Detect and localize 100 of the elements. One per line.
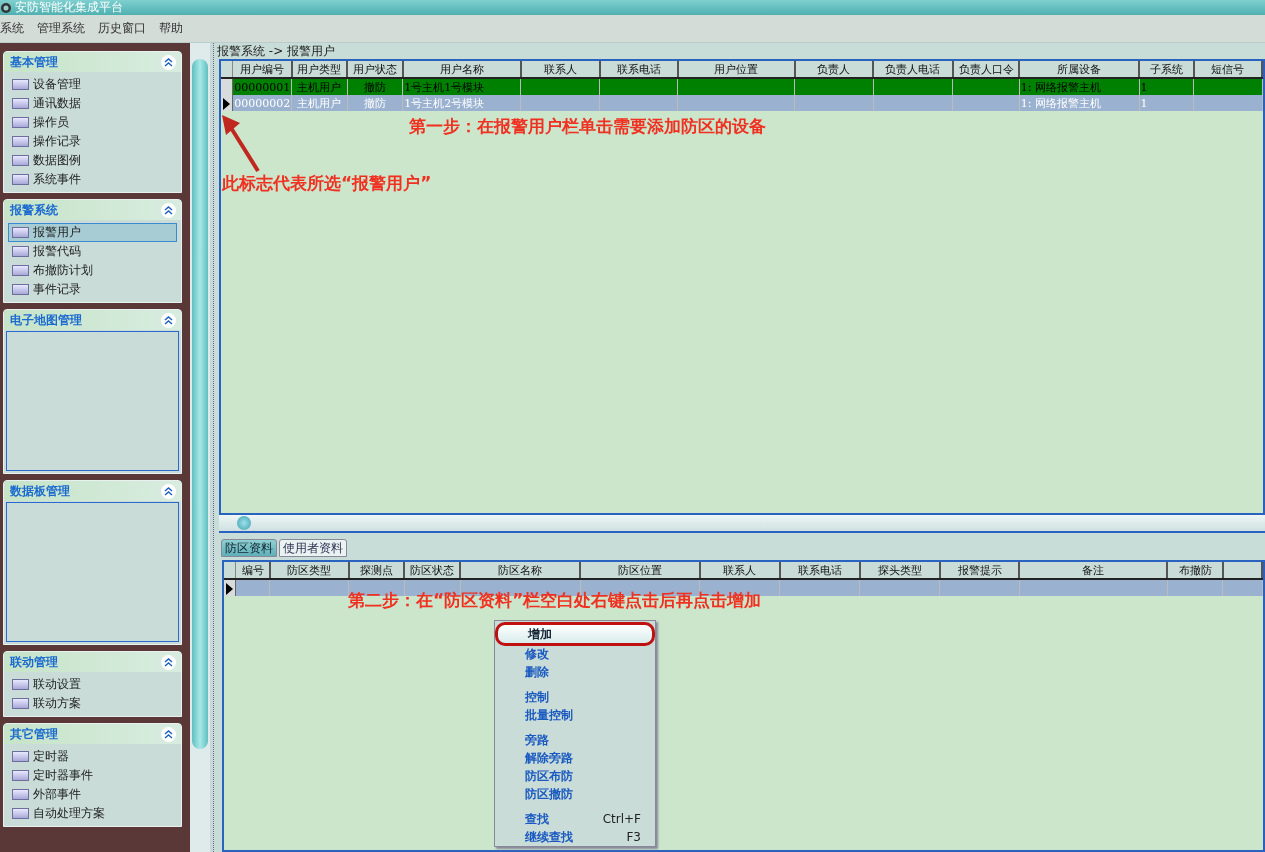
sidebar-item[interactable]: 联动方案 [8, 694, 177, 713]
folder-icon [12, 284, 29, 295]
folder-icon [12, 808, 29, 819]
collapse-icon[interactable] [161, 654, 176, 670]
window-title: 安防智能化集成平台 [15, 0, 123, 15]
folder-icon [12, 698, 29, 709]
menu-item[interactable]: 管理系统 [37, 20, 85, 37]
folder-icon [12, 751, 29, 762]
folder-icon [12, 155, 29, 166]
column-header[interactable]: 探头类型 [859, 562, 940, 579]
table-cell: 00000002 [232, 95, 292, 111]
menu-item[interactable]: 防区撤防 [495, 785, 655, 803]
annotation-text: 此标志代表所选“报警用户” [222, 172, 432, 195]
sidebar-item[interactable]: 布撤防计划 [8, 261, 177, 280]
column-header[interactable]: 用户名称 [402, 61, 521, 78]
column-header[interactable]: 负责人 [794, 61, 874, 78]
column-header[interactable]: 防区类型 [269, 562, 349, 579]
folder-icon [12, 265, 29, 276]
collapse-icon[interactable] [161, 483, 176, 499]
column-header[interactable]: 探测点 [348, 562, 405, 579]
column-header[interactable]: 备注 [1019, 562, 1168, 579]
menu-item[interactable]: 防区布防 [495, 767, 655, 785]
annotation-text: 第一步：在报警用户栏单击需要添加防区的设备 [409, 115, 766, 138]
table-cell: 1: 网络报警主机 [1019, 95, 1140, 111]
sidebar-item[interactable]: 事件记录 [8, 280, 177, 299]
column-header[interactable]: 联系电话 [599, 61, 678, 78]
column-header[interactable]: 用户位置 [678, 61, 795, 78]
column-header[interactable]: 用户编号 [232, 61, 292, 78]
folder-icon [12, 79, 29, 90]
tab[interactable]: 防区资料 [221, 539, 277, 557]
folder-icon [12, 98, 29, 109]
collapse-icon[interactable] [161, 202, 176, 218]
column-header[interactable]: 用户类型 [291, 61, 348, 78]
column-header[interactable]: 用户状态 [347, 61, 403, 78]
column-header[interactable]: 防区位置 [580, 562, 700, 579]
column-header[interactable]: 报警提示 [939, 562, 1020, 579]
collapse-icon[interactable] [161, 726, 176, 742]
sidebar-item[interactable]: 系统事件 [8, 170, 177, 189]
panel-title: 报警系统 [10, 201, 58, 219]
folder-icon [12, 174, 29, 185]
sidebar-item[interactable]: 报警代码 [8, 242, 177, 261]
table-cell: 主机用户 [291, 95, 348, 111]
vertical-scrollbar[interactable] [190, 43, 213, 852]
tab[interactable]: 使用者资料 [279, 539, 347, 557]
panel-title: 基本管理 [10, 53, 58, 71]
folder-icon [12, 117, 29, 128]
sidebar-item[interactable]: 报警用户 [8, 223, 177, 242]
sidebar-item[interactable]: 联动设置 [8, 675, 177, 694]
panel-title: 电子地图管理 [10, 311, 82, 329]
column-header[interactable]: 联系人 [699, 562, 780, 579]
horizontal-scrollbar[interactable] [219, 515, 1265, 533]
menu-item[interactable]: 删除 [495, 663, 655, 681]
folder-icon [12, 246, 29, 257]
collapse-icon[interactable] [161, 312, 176, 328]
panel-title: 其它管理 [10, 725, 58, 743]
folder-icon [12, 770, 29, 781]
sidebar-item[interactable]: 操作员 [8, 113, 177, 132]
folder-icon [12, 136, 29, 147]
annotation-text: 第二步：在“防区资料”栏空白处右键点击后再点击增加 [348, 589, 762, 612]
sidebar-item[interactable]: 通讯数据 [8, 94, 177, 113]
column-header[interactable]: 联系电话 [779, 562, 860, 579]
panel-title: 数据板管理 [10, 482, 70, 500]
menu-item[interactable]: 查找 Ctrl+F [495, 810, 655, 828]
sidebar-item[interactable]: 设备管理 [8, 75, 177, 94]
menu-item[interactable]: 批量控制 [495, 706, 655, 724]
menu-item[interactable]: 系统 [0, 20, 24, 37]
panel-title: 联动管理 [10, 653, 58, 671]
column-header[interactable]: 联系人 [520, 61, 600, 78]
sidebar-item[interactable]: 自动处理方案 [8, 804, 177, 823]
breadcrumb: 报警系统 -> 报警用户 [217, 43, 336, 59]
table-cell: 1号主机2号模块 [402, 95, 521, 111]
column-header[interactable]: 子系统 [1139, 61, 1194, 78]
menu-item[interactable]: 修改 [495, 645, 655, 663]
menu-item[interactable]: 控制 [495, 688, 655, 706]
folder-icon [12, 789, 29, 800]
column-header[interactable]: 防区名称 [460, 562, 581, 579]
column-header[interactable]: 布撤防 [1167, 562, 1223, 579]
folder-icon [12, 227, 29, 238]
folder-icon [12, 679, 29, 690]
sidebar-item[interactable]: 定时器事件 [8, 766, 177, 785]
column-header[interactable]: 编号 [235, 562, 270, 579]
sidebar-item[interactable]: 定时器 [8, 747, 177, 766]
sidebar-item[interactable]: 操作记录 [8, 132, 177, 151]
column-header[interactable]: 负责人电话 [873, 61, 953, 78]
table-cell: 撤防 [347, 95, 403, 111]
camera-icon [0, 1, 12, 14]
sidebar-item[interactable]: 数据图例 [8, 151, 177, 170]
menu-item[interactable]: 旁路 [495, 731, 655, 749]
menu-item[interactable]: 帮助 [159, 20, 183, 37]
menu-item[interactable]: 继续查找 F3 [495, 828, 655, 846]
column-header[interactable]: 所属设备 [1019, 61, 1140, 78]
collapse-icon[interactable] [161, 54, 176, 70]
sidebar-item[interactable]: 外部事件 [8, 785, 177, 804]
table-cell: 1 [1139, 95, 1194, 111]
column-header[interactable]: 防区状态 [404, 562, 461, 579]
menu-item[interactable]: 解除旁路 [495, 749, 655, 767]
column-header[interactable]: 负责人口令 [952, 61, 1020, 78]
column-header[interactable]: 短信号 [1193, 61, 1262, 78]
menu-item[interactable]: 增加 [498, 625, 652, 643]
menu-item[interactable]: 历史窗口 [98, 20, 146, 37]
